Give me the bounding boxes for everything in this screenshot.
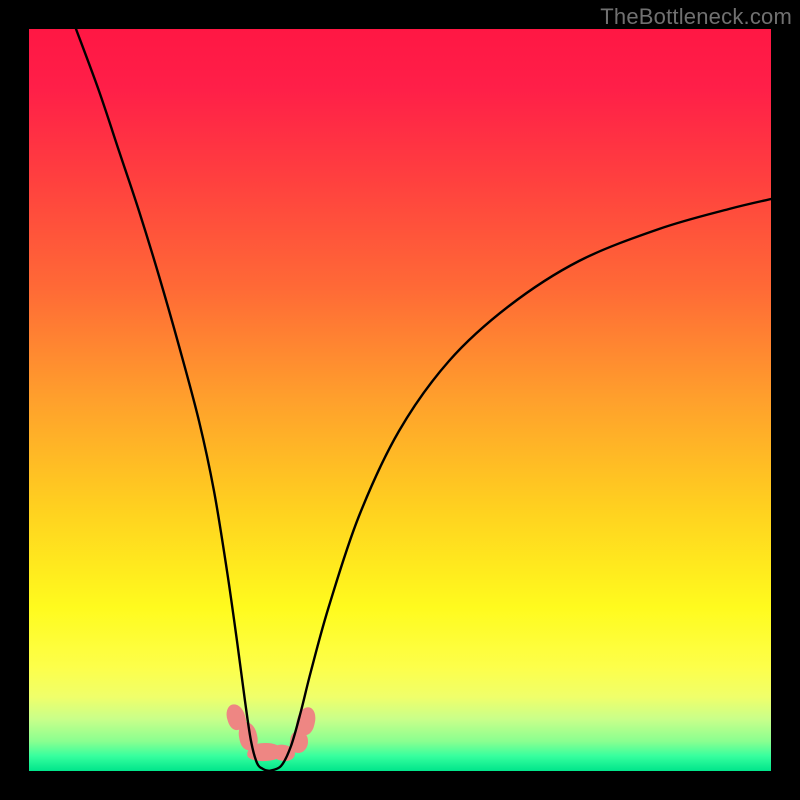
chart-curve [29, 29, 771, 771]
curve-right-branch [269, 199, 771, 771]
watermark-text: TheBottleneck.com [600, 4, 792, 30]
chart-frame [29, 29, 771, 771]
curve-left-branch [76, 29, 269, 771]
